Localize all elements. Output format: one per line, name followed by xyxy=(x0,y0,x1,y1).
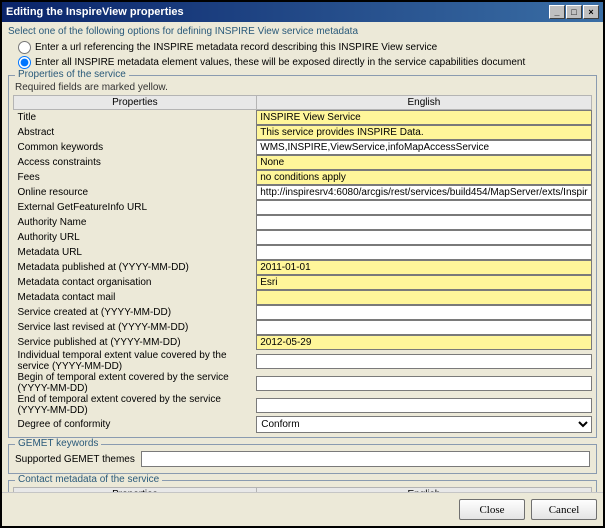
option-values-radio[interactable] xyxy=(18,56,31,69)
close-window-button[interactable]: × xyxy=(583,5,599,19)
mdurl-label: Metadata URL xyxy=(14,245,257,260)
mdorg-input[interactable] xyxy=(256,275,591,290)
properties-legend: Properties of the service xyxy=(15,69,129,80)
svcrev-label: Service last revised at (YYYY-MM-DD) xyxy=(14,320,257,335)
begintemp-input[interactable] xyxy=(256,376,591,391)
mdorg-label: Metadata contact organisation xyxy=(14,275,257,290)
access-label: Access constraints xyxy=(14,155,257,170)
indtemp-input[interactable] xyxy=(256,354,591,369)
fees-label: Fees xyxy=(14,170,257,185)
option-values-label: Enter all INSPIRE metadata element value… xyxy=(35,57,525,68)
maximize-button[interactable]: □ xyxy=(566,5,582,19)
required-note: Required fields are marked yellow. xyxy=(15,82,592,93)
titlebar: Editing the InspireView properties _ □ × xyxy=(2,2,603,22)
gemet-section: GEMET keywords Supported GEMET themes xyxy=(8,444,597,474)
conformity-select[interactable]: Conform xyxy=(256,416,591,433)
mdmail-label: Metadata contact mail xyxy=(14,290,257,305)
option-url-label: Enter a url referencing the INSPIRE meta… xyxy=(35,42,437,53)
col-properties: Properties xyxy=(14,96,257,110)
properties-section: Properties of the service Required field… xyxy=(8,75,597,438)
svcpub-input[interactable] xyxy=(256,335,591,350)
fees-input[interactable] xyxy=(256,170,591,185)
gemet-label: Supported GEMET themes xyxy=(15,454,135,465)
option-url-row[interactable]: Enter a url referencing the INSPIRE meta… xyxy=(18,41,597,54)
window-controls: _ □ × xyxy=(549,5,599,19)
close-button[interactable]: Close xyxy=(459,499,525,520)
properties-table: Properties English Title Abstract Common… xyxy=(13,95,592,433)
svcrev-input[interactable] xyxy=(256,320,591,335)
abstract-input[interactable] xyxy=(256,125,591,140)
online-label: Online resource xyxy=(14,185,257,200)
cancel-button[interactable]: Cancel xyxy=(531,499,597,520)
dialog-content: Select one of the following options for … xyxy=(2,22,603,492)
svccreated-label: Service created at (YYYY-MM-DD) xyxy=(14,305,257,320)
contact-legend: Contact metadata of the service xyxy=(15,474,162,485)
conformity-label: Degree of conformity xyxy=(14,416,257,433)
title-label: Title xyxy=(14,110,257,126)
col-english: English xyxy=(256,96,591,110)
option-url-radio[interactable] xyxy=(18,41,31,54)
contact-col-english: English xyxy=(256,488,591,493)
mdpub-input[interactable] xyxy=(256,260,591,275)
svccreated-input[interactable] xyxy=(256,305,591,320)
instruction-text: Select one of the following options for … xyxy=(8,26,597,37)
window-title: Editing the InspireView properties xyxy=(6,6,549,18)
gfi-label: External GetFeatureInfo URL xyxy=(14,200,257,215)
begintemp-label: Begin of temporal extent covered by the … xyxy=(14,372,257,394)
contact-table: Properties English Name Organization Pos… xyxy=(13,487,592,492)
authurl-label: Authority URL xyxy=(14,230,257,245)
contact-col-properties: Properties xyxy=(14,488,257,493)
online-input[interactable] xyxy=(256,185,591,200)
endtemp-label: End of temporal extent covered by the se… xyxy=(14,394,257,416)
authname-label: Authority Name xyxy=(14,215,257,230)
dialog-window: Editing the InspireView properties _ □ ×… xyxy=(0,0,605,528)
mdpub-label: Metadata published at (YYYY-MM-DD) xyxy=(14,260,257,275)
authname-input[interactable] xyxy=(256,215,591,230)
mdmail-input[interactable] xyxy=(256,290,591,305)
minimize-button[interactable]: _ xyxy=(549,5,565,19)
gfi-input[interactable] xyxy=(256,200,591,215)
indtemp-label: Individual temporal extent value covered… xyxy=(14,350,257,372)
access-input[interactable] xyxy=(256,155,591,170)
dialog-footer: Close Cancel xyxy=(2,492,603,526)
title-input[interactable] xyxy=(256,110,591,125)
option-values-row[interactable]: Enter all INSPIRE metadata element value… xyxy=(18,56,597,69)
mdurl-input[interactable] xyxy=(256,245,591,260)
endtemp-input[interactable] xyxy=(256,398,591,413)
keywords-label: Common keywords xyxy=(14,140,257,155)
gemet-legend: GEMET keywords xyxy=(15,438,101,449)
authurl-input[interactable] xyxy=(256,230,591,245)
contact-section: Contact metadata of the service Properti… xyxy=(8,480,597,492)
keywords-input[interactable] xyxy=(256,140,591,155)
svcpub-label: Service published at (YYYY-MM-DD) xyxy=(14,335,257,350)
abstract-label: Abstract xyxy=(14,125,257,140)
gemet-input[interactable] xyxy=(141,451,590,467)
